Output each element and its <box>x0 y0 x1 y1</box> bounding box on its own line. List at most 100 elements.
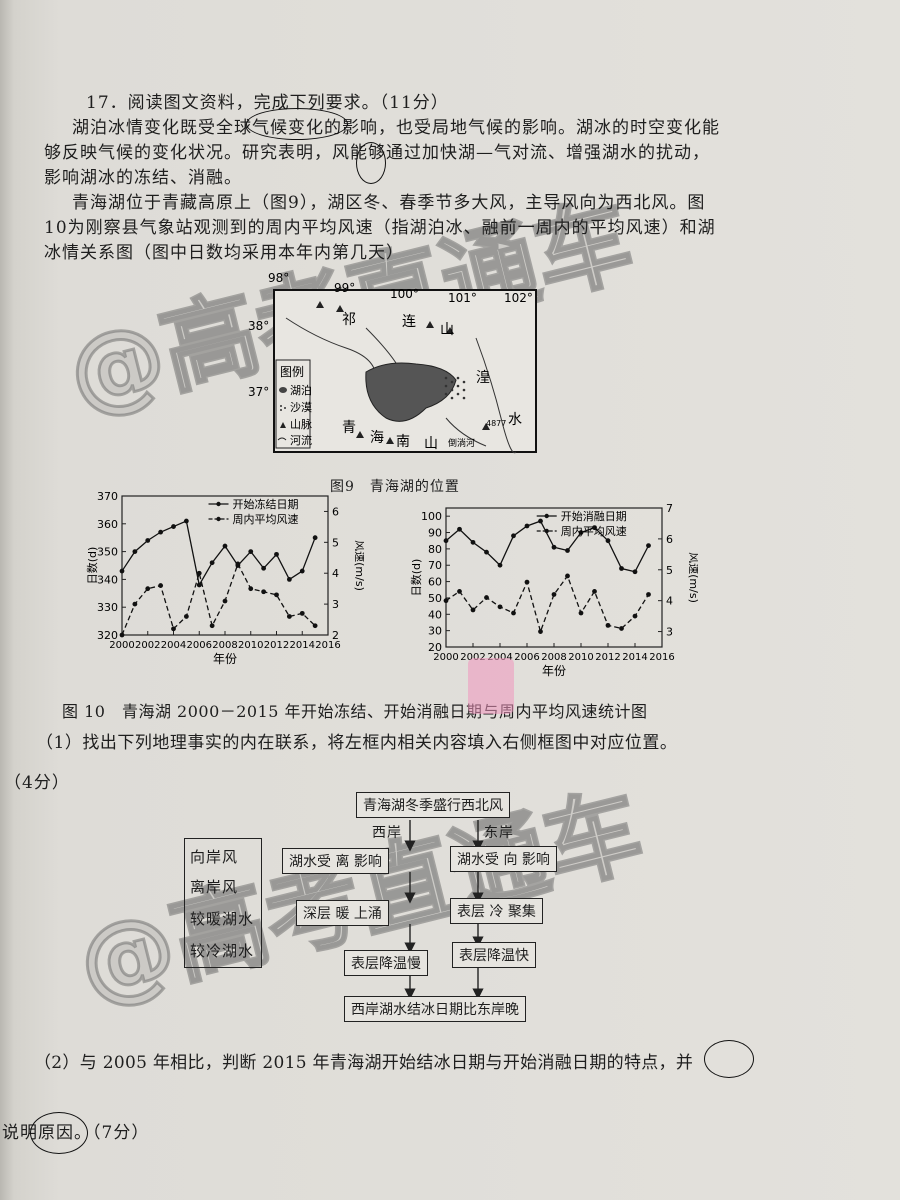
freeze-series-point-0 <box>119 568 125 574</box>
flow-west-cool: 表层降温慢 <box>344 950 428 976</box>
place-label-lian: 连 <box>402 314 416 330</box>
freeze-ylabel: 日数(d) <box>86 547 99 585</box>
melt-ytick-label: 100 <box>421 510 442 523</box>
lat-label-37: 37° <box>248 385 269 399</box>
melt-xtick-label: 2010 <box>568 652 593 663</box>
freeze-series-point-0 <box>145 538 151 543</box>
melt-series-point-0 <box>484 549 489 555</box>
melt-ytick-label: 50 <box>428 592 442 605</box>
melt-series-point-0 <box>632 569 638 575</box>
handwritten-circle-features <box>704 1040 754 1078</box>
freeze-series-point-0 <box>248 549 254 554</box>
melt-series-point-1 <box>443 598 449 604</box>
freeze-series-point-1 <box>119 632 125 638</box>
flow-west-deep: 深层 暖 上涌 <box>296 900 389 926</box>
freeze-legend-marker-1 <box>216 516 221 522</box>
melt-ytick-label: 80 <box>428 543 442 556</box>
freeze-ytick-label: 350 <box>97 546 118 559</box>
melt-series-point-0 <box>538 518 543 524</box>
place-label-nan: 南 <box>396 434 410 450</box>
flow-east-surface: 表层 冷 聚集 <box>450 898 543 924</box>
freeze-series-point-0 <box>183 518 189 524</box>
melt-series-point-1 <box>646 592 651 597</box>
legend-mountain: 山脉 <box>290 417 312 431</box>
melt-series-point-1 <box>457 589 462 594</box>
flow-bottom-box: 西岸湖水结冰日期比东岸晚 <box>344 996 526 1022</box>
map-figure: 98° 99° 100° 101° 102° 38° 37° 祁 连 山 湟 水… <box>246 268 546 460</box>
melt-y2tick-label: 3 <box>666 626 673 639</box>
flow-west-influence: 湖水受 离 影响 <box>282 848 389 874</box>
flow-east-influence: 湖水受 向 影响 <box>450 846 557 872</box>
freeze-series-point-1 <box>183 614 189 619</box>
map-svg: 98° 99° 100° 101° 102° 38° 37° 祁 连 山 湟 水… <box>248 271 537 454</box>
part1-score: （4分） <box>4 773 70 793</box>
melt-series-point-1 <box>592 589 597 594</box>
handwritten-circle-climate <box>246 108 348 140</box>
melt-ytick-label: 30 <box>428 625 442 638</box>
flow-east-label: 东岸 <box>484 825 514 841</box>
freeze-xlabel: 年份 <box>213 652 237 666</box>
melt-series-point-0 <box>551 544 557 550</box>
freeze-series-point-0 <box>261 565 267 571</box>
option-cold-water: 较冷湖水 <box>190 942 255 960</box>
legend-lake: 湖泊 <box>290 384 312 397</box>
freeze-xtick-label: 2014 <box>290 640 315 651</box>
freeze-series-point-1 <box>261 589 267 595</box>
option-warm-water: 较暖湖水 <box>190 910 255 928</box>
melt-series-point-1 <box>632 613 638 619</box>
freeze-series-point-0 <box>222 543 228 549</box>
melt-legend-label-1: 周内平均风速 <box>561 524 627 538</box>
freeze-xtick-label: 2000 <box>109 640 134 651</box>
freeze-series-point-0 <box>312 535 318 541</box>
freeze-y2tick-label: 3 <box>332 598 339 611</box>
freeze-series-point-0 <box>286 577 292 582</box>
lon-label-98: 98° <box>268 271 289 285</box>
lon-label-102: 102° <box>504 291 533 305</box>
freeze-xtick-label: 2016 <box>315 640 340 651</box>
legend-lake-symbol <box>279 387 287 393</box>
freeze-xtick-label: 2008 <box>212 640 237 651</box>
melt-y2tick-label: 7 <box>666 502 673 515</box>
place-label-shan1: 山 <box>440 322 454 338</box>
lon-label-101: 101° <box>448 291 477 305</box>
melt-xlabel: 年份 <box>542 664 566 678</box>
freeze-series-point-0 <box>299 568 305 574</box>
freeze-series-point-1 <box>171 626 176 632</box>
lat-label-38: 38° <box>248 319 269 333</box>
freeze-series-point-1 <box>286 614 292 619</box>
freeze-y2tick-label: 6 <box>332 505 339 518</box>
freeze-series-point-0 <box>196 582 202 588</box>
melt-series-point-1 <box>511 610 516 616</box>
freeze-series-point-1 <box>209 623 215 629</box>
pink-mark <box>468 658 514 714</box>
question-para2-line1: 青海湖位于青藏高原上（图9），湖区冬、春季节多大风，主导风向为西北风。图 <box>72 193 706 213</box>
melt-series-point-1 <box>605 622 611 628</box>
melt-series-line-1 <box>445 574 650 634</box>
melt-series-point-0 <box>457 526 462 532</box>
melt-series-point-0 <box>646 543 651 549</box>
chart-freeze-date: 320330340350360370234562000 2002 2004 2006 2… <box>86 490 364 666</box>
melt-xtick-label: 2008 <box>541 652 566 663</box>
melt-ytick-label: 40 <box>428 608 442 621</box>
melt-legend-marker-1 <box>544 528 549 534</box>
handwritten-circle-wind <box>356 142 386 184</box>
freeze-legend-marker-0 <box>216 501 221 507</box>
melt-series-point-1 <box>524 579 530 585</box>
question-para2-line3: 冰情关系图（图中日数均采用本年内第几天） <box>44 243 404 263</box>
place-label-huang: 湟 <box>476 370 490 386</box>
melt-y2tick-label: 6 <box>666 533 673 546</box>
part2-line1: （2）与 2005 年相比，判断 2015 年青海湖开始结冰日期与开始消融日期的… <box>34 1053 694 1073</box>
melt-legend-marker-0 <box>544 513 549 519</box>
freeze-series-point-1 <box>312 623 318 629</box>
freeze-series-point-0 <box>132 549 138 554</box>
melt-series-point-0 <box>443 538 449 544</box>
lon-label-100: 100° <box>390 287 419 301</box>
melt-xtick-label: 2000 <box>433 652 458 663</box>
melt-series-point-0 <box>497 562 503 568</box>
melt-series-point-1 <box>497 604 503 610</box>
freeze-legend-label-1: 周内平均风速 <box>233 512 299 526</box>
freeze-xtick-label: 2004 <box>161 640 186 651</box>
freeze-series-point-0 <box>158 529 164 535</box>
lon-label-99: 99° <box>334 281 355 295</box>
melt-series-point-0 <box>605 538 611 544</box>
